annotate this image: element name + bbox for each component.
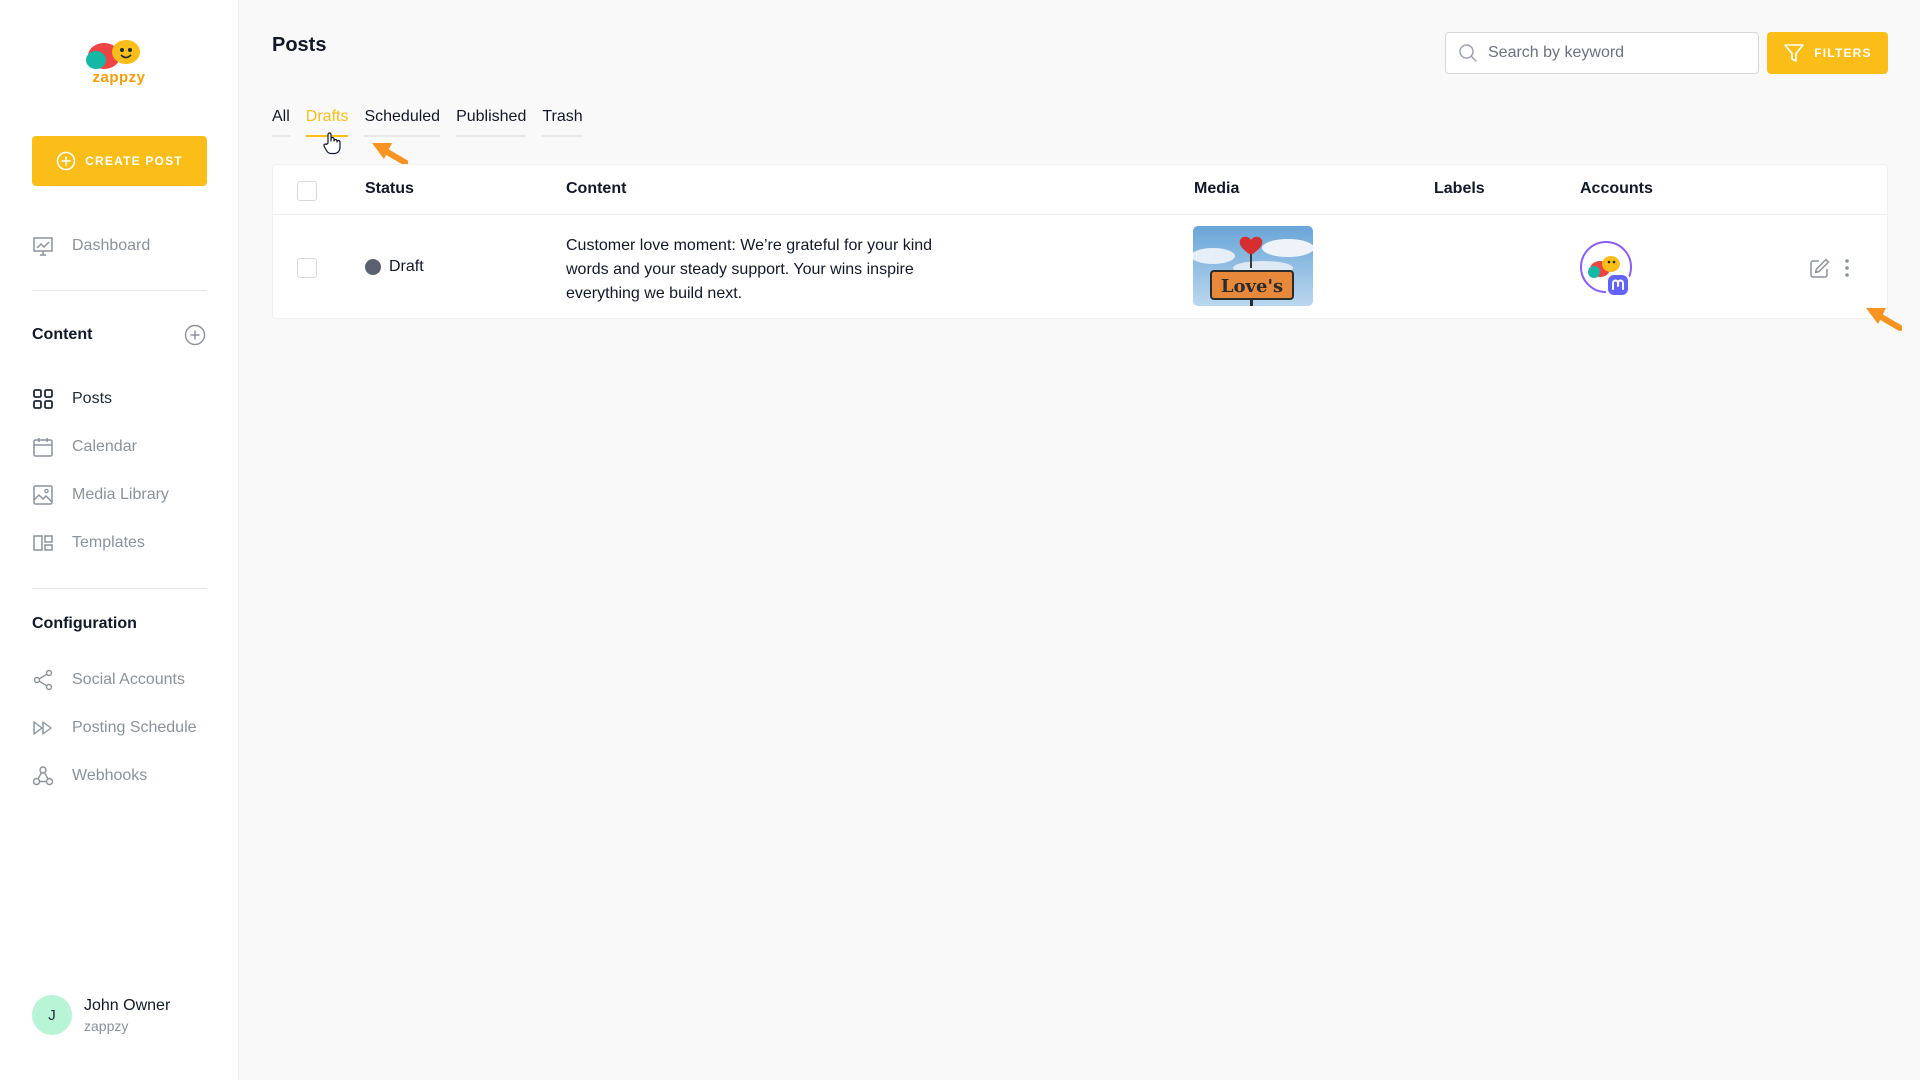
tab-published[interactable]: Published (456, 108, 527, 137)
posts-table: Status Content Media Labels Accounts Dra… (272, 164, 1888, 319)
tab-all[interactable]: All (272, 108, 290, 137)
tab-scheduled[interactable]: Scheduled (364, 108, 441, 137)
column-accounts[interactable]: Accounts (1580, 180, 1653, 198)
user-org: zappzy (84, 1017, 129, 1034)
media-thumbnail[interactable]: Love's (1193, 226, 1313, 306)
create-post-button[interactable]: CREATE POST (32, 136, 207, 186)
search-icon (1459, 44, 1477, 62)
calendar-icon (33, 438, 53, 457)
annotation-arrow-icon (372, 143, 408, 166)
search-box (1445, 32, 1759, 74)
sidebar-item-posting-schedule[interactable]: Posting Schedule (32, 713, 197, 743)
tab-trash[interactable]: Trash (542, 108, 583, 137)
sidebar-item-label: Templates (72, 534, 145, 551)
table-header: Status Content Media Labels Accounts (273, 165, 1887, 215)
sidebar-item-label: Media Library (72, 486, 169, 503)
webhook-icon (32, 766, 54, 786)
sidebar-item-label: Webhooks (72, 767, 148, 784)
schedule-icon (33, 721, 52, 735)
media-sign-text: Love's (1221, 276, 1283, 297)
network-badge (1604, 271, 1632, 299)
logo-mark-icon (86, 40, 140, 69)
templates-icon (33, 535, 53, 551)
plus-circle-icon (56, 151, 76, 171)
search-input[interactable] (1488, 44, 1738, 62)
account-avatar[interactable] (1580, 241, 1634, 299)
sidebar-item-media-library[interactable]: Media Library (32, 480, 169, 510)
sidebar-item-label: Posting Schedule (72, 719, 197, 736)
sidebar-item-social-accounts[interactable]: Social Accounts (32, 665, 185, 695)
sidebar-divider (32, 290, 207, 291)
sidebar-item-label: Calendar (72, 438, 137, 455)
status-badge: Draft (365, 258, 424, 276)
sidebar-item-posts[interactable]: Posts (32, 384, 112, 414)
content-section-title: Content (32, 326, 93, 343)
table-row[interactable]: Draft Customer love moment: We’re gratef… (273, 216, 1887, 320)
post-content[interactable]: Customer love moment: We’re grateful for… (566, 234, 946, 306)
sidebar-item-webhooks[interactable]: Webhooks (32, 761, 147, 791)
create-post-label: CREATE POST (85, 154, 183, 168)
column-content[interactable]: Content (566, 180, 626, 198)
edit-icon[interactable] (1809, 257, 1831, 279)
image-icon (33, 485, 53, 505)
configuration-section-title: Configuration (32, 615, 137, 632)
sidebar-item-dashboard[interactable]: Dashboard (32, 231, 150, 261)
logo-text: zappzy (92, 69, 146, 86)
filters-label: FILTERS (1814, 46, 1872, 60)
media-image: Love's (1193, 226, 1313, 306)
user-name: John Owner (84, 996, 171, 1014)
sidebar-item-label: Dashboard (72, 237, 151, 254)
row-checkbox[interactable] (297, 258, 317, 278)
status-dot (365, 259, 381, 275)
zappzy-logo[interactable]: zappzy (82, 38, 156, 88)
sidebar-item-label: Posts (72, 390, 113, 407)
column-labels[interactable]: Labels (1434, 180, 1485, 198)
sidebar-item-templates[interactable]: Templates (32, 528, 145, 558)
column-media[interactable]: Media (1194, 180, 1239, 198)
mastodon-icon (1608, 275, 1628, 295)
status-tabs: All Drafts Scheduled Published Trash (272, 108, 583, 137)
sidebar-item-calendar[interactable]: Calendar (32, 432, 137, 462)
select-all-checkbox[interactable] (297, 181, 317, 201)
share-icon (33, 669, 53, 691)
user-profile[interactable]: J John Owner zappzy (32, 995, 170, 1035)
column-status[interactable]: Status (365, 180, 414, 198)
grid-icon (33, 389, 53, 409)
page-title: Posts (272, 34, 327, 56)
filter-icon (1784, 44, 1805, 62)
filters-button[interactable]: FILTERS (1767, 32, 1888, 74)
chart-icon (33, 237, 53, 256)
hand-cursor-icon (323, 132, 341, 155)
sidebar-item-label: Social Accounts (72, 671, 185, 688)
avatar: J (32, 995, 72, 1035)
annotation-arrow-icon (1866, 308, 1902, 331)
more-vertical-icon[interactable] (1841, 257, 1853, 279)
sidebar-divider (32, 588, 207, 589)
sidebar: zappzy CREATE POST Dashboard Content Pos… (0, 0, 239, 1080)
add-content-icon[interactable] (184, 324, 206, 346)
status-label: Draft (389, 258, 424, 275)
